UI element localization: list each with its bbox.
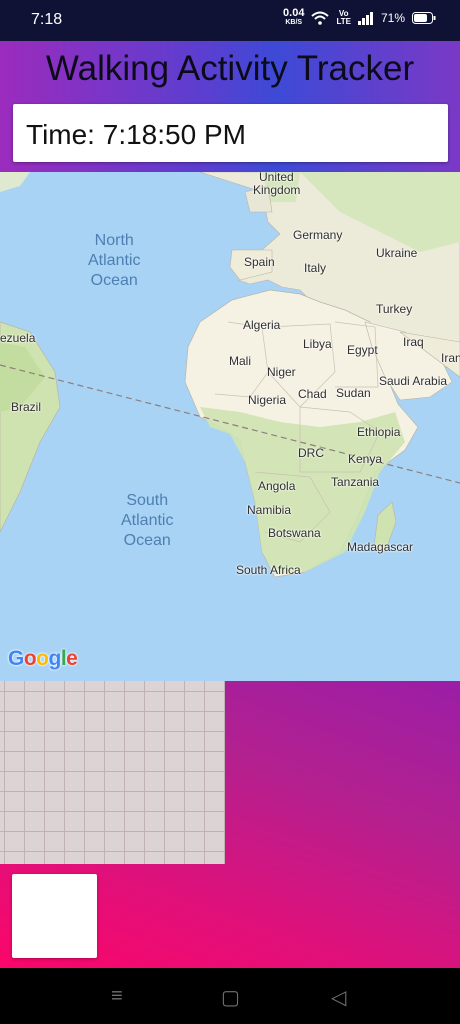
status-bar: 7:18 0.04 KB/S Vo LTE 71% — [0, 0, 460, 41]
signal-icon — [357, 11, 373, 25]
map-label: Niger — [267, 365, 296, 379]
ocean-label-south-atlantic: South Atlantic Ocean — [121, 491, 173, 551]
map-label: Chad — [298, 387, 327, 401]
map-label: Ethiopia — [357, 425, 401, 439]
home-icon[interactable]: ▢ — [221, 985, 240, 1010]
network-speed-value: 0.04 — [283, 7, 305, 19]
ocean-line: South — [126, 492, 169, 509]
map-label: Saudi Arabia — [379, 374, 448, 388]
map-label: Algeria — [243, 318, 281, 332]
map-label: Brazil — [11, 400, 42, 414]
back-icon[interactable]: ◁ — [331, 985, 346, 1010]
map-label: Kenya — [348, 452, 383, 466]
ocean-line: Atlantic — [121, 512, 174, 529]
battery-icon — [412, 12, 436, 24]
white-card[interactable] — [12, 874, 97, 958]
ocean-line: North — [94, 232, 134, 249]
ocean-label-north-atlantic: North Atlantic Ocean — [88, 231, 140, 291]
app-title: Walking Activity Tracker — [45, 49, 415, 88]
map-label: Nigeria — [248, 393, 287, 407]
map-label: Namibia — [247, 503, 292, 517]
map-label: Ukraine — [376, 246, 418, 260]
map-label: Tanzania — [331, 475, 380, 489]
app-header: Walking Activity Tracker Time: 7:18:50 P… — [0, 41, 460, 172]
ocean-line: Ocean — [123, 532, 171, 549]
map-label: Turkey — [376, 302, 413, 316]
map-label: Botswana — [268, 526, 321, 540]
ocean-line: Ocean — [90, 272, 138, 289]
map-label: Libya — [303, 337, 332, 351]
volte-bottom: LTE — [336, 17, 351, 26]
navigation-bar: ≡ ▢ ◁ — [0, 968, 460, 1024]
map-view[interactable]: North Atlantic Ocean South Atlantic Ocea… — [0, 172, 460, 681]
map-label: Angola — [258, 479, 296, 493]
map-label: South Africa — [236, 563, 301, 577]
grid-placeholder — [0, 681, 225, 864]
map-label: Kingdom — [253, 183, 301, 197]
map-label: Mali — [229, 354, 252, 368]
recents-icon[interactable]: ≡ — [111, 985, 123, 1008]
map-label: Sudan — [336, 386, 371, 400]
bottom-panel — [0, 681, 460, 968]
map-label: ezuela — [0, 331, 36, 345]
map-label: Italy — [304, 261, 327, 275]
time-display: Time: 7:18:50 PM — [13, 104, 448, 162]
map-label: Iraq — [403, 335, 424, 349]
battery-percent: 71% — [380, 11, 405, 25]
map-label: Germany — [293, 228, 343, 242]
map-label: Madagascar — [347, 540, 414, 554]
status-time: 7:18 — [31, 11, 63, 28]
map-label: DRC — [298, 446, 324, 460]
map-label: Spain — [244, 255, 275, 269]
map-label: Iran — [441, 351, 460, 365]
wifi-icon — [311, 11, 330, 25]
google-logo: Google — [8, 647, 78, 670]
volte-icon: Vo LTE — [336, 10, 351, 26]
ocean-line: Atlantic — [88, 252, 141, 269]
status-icons: 0.04 KB/S Vo LTE 71% — [283, 7, 436, 27]
network-speed: 0.04 KB/S — [283, 7, 305, 27]
network-speed-unit: KB/S — [285, 19, 303, 26]
map-label: Egypt — [347, 343, 378, 357]
